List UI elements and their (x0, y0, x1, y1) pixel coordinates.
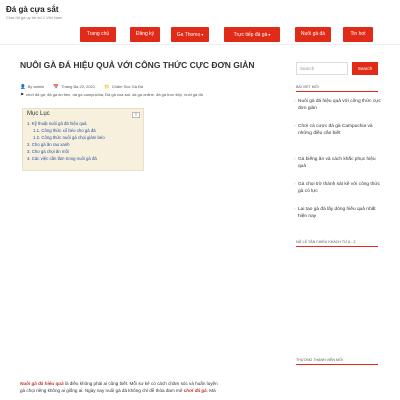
recent-post-link[interactable]: › Gà biếng ăn và cách khắc phục hiệu quả (294, 156, 382, 171)
recent-post-link[interactable]: › Gà chọi trờ thành sát kê với công thức … (294, 181, 382, 196)
body-text-segment: là điều không phải ai cũng biết. Mỗi sư … (63, 381, 218, 386)
site-header: Đá gà cựa sắt Chia đá gà uy tín số 1 Việ… (0, 0, 400, 26)
bullet: › (294, 207, 296, 212)
post-author[interactable]: admin (33, 84, 44, 89)
post-title: NUÔI GÀ ĐÁ HIỆU QUẢ VỚI CÔNG THỨC CỰC ĐƠ… (20, 60, 255, 70)
calendar-icon: 📅 (53, 84, 60, 89)
nav-label: Tin hot (350, 31, 366, 37)
search-button[interactable]: Search (352, 62, 378, 75)
recent-post-title: Nuôi gà đá hiệu quả với công thức cực đơ… (298, 99, 381, 112)
nav-label: Đăng ký (135, 31, 155, 37)
nav-divider (0, 44, 400, 45)
body-text-segment: gà chọi riêng không ai giống ai. Ngày na… (20, 388, 184, 393)
toc-item[interactable]: 2. Cho gà ăn rau xanh (27, 142, 70, 147)
table-of-contents: Mục Lục ≡ 1. Kỹ thuật nuôi gà đá hiệu qu… (22, 108, 144, 171)
body-text-segment: . Mà (206, 388, 216, 393)
heading-underline (296, 364, 378, 365)
nav-label: Trang chủ (86, 31, 110, 37)
recent-post-link[interactable]: › Lai tạo gà đá lấy dòng hiếu quả nhất hi… (294, 206, 382, 221)
body-line: gà chọi riêng không ai giống ai. Ngày na… (20, 387, 280, 394)
list-icon[interactable]: ≡ (132, 112, 140, 118)
bullet: › (294, 124, 296, 129)
nav-item-ga-thomo[interactable]: Ga Thomo▾ (171, 27, 209, 42)
toc-item[interactable]: 1.1. Công thức xổ béo cho gà đá (33, 128, 96, 133)
toc-heading: Mục Lục (27, 111, 50, 117)
body-highlight-link[interactable]: chơi đá gà (184, 388, 207, 393)
nav-item-hot-news[interactable]: Tin hot (343, 27, 373, 42)
toc-item[interactable]: 4. Các việc cần làm trong nuôi gà đá (27, 156, 97, 161)
post-tags[interactable]: chơi đá gà, đá ga an tien, da ga campuch… (26, 92, 203, 97)
nav-item-register[interactable]: Đăng ký (130, 27, 160, 42)
post-date: Tháng Ba 22, 2021 (61, 84, 96, 89)
toc-item[interactable]: 1.2. Công thức nuôi gà chọi giảm béo (33, 135, 105, 140)
bullet: › (294, 182, 296, 187)
nav-label: Trực tiếp đá gà (233, 32, 268, 38)
recent-post-title: Lai tạo gà đá lấy dòng hiếu quả nhất hiệ… (298, 207, 376, 220)
toc-item[interactable]: 1. Kỹ thuật nuôi gà đá hiệu quả (27, 121, 87, 126)
body-highlight-link[interactable]: Nuôi gà đá hiệu quả (20, 381, 64, 386)
page: Đá gà cựa sắt Chia đá gà uy tín số 1 Việ… (0, 0, 400, 400)
meta-row-primary: 👤 By admin 📅 Tháng Ba 22, 2021 📁 Chăm Sóc G… (20, 84, 144, 89)
post-body: Nuôi gà đá hiệu quả là điều không phải a… (20, 380, 280, 394)
recent-post-title: Gà biếng ăn và cách khắc phục hiệu quả (298, 157, 376, 170)
recent-post-link[interactable]: › Nuôi gà đá hiệu quả với công thức cực đ… (294, 98, 382, 113)
toc-item[interactable]: 3. Cho gà chọi ăn mồi (27, 149, 69, 154)
main-nav: Trang chủ Đăng ký Ga Thomo▾ Trực tiếp đá… (80, 27, 375, 43)
meta-row-tags: ⚑ chơi đá gà, đá ga an tien, da ga campuc… (20, 92, 203, 98)
nav-item-home[interactable]: Trang chủ (80, 27, 116, 42)
chevron-down-icon: ▾ (268, 32, 271, 37)
recent-post-title: Chơi cá cược đá gà Campuchia và những đi… (298, 124, 373, 137)
recent-post-link[interactable]: › Chơi cá cược đá gà Campuchia và những đ… (294, 123, 382, 138)
folder-icon: 📁 (104, 84, 110, 89)
body-line: Nuôi gà đá hiệu quả là điều không phải a… (20, 380, 280, 387)
nav-label: Nuôi gà đá (300, 31, 326, 37)
nav-item-live[interactable]: Trực tiếp đá gà▾ (224, 27, 280, 42)
tag-icon: ⚑ (20, 92, 25, 97)
heading-underline (296, 91, 378, 92)
nav-item-raising[interactable]: Nuôi gà đá (295, 27, 331, 42)
recent-post-title: Gà chọi trờ thành sát kê với công thức g… (298, 182, 381, 195)
recent-posts-heading: BÀI VIẾT MỚI (296, 85, 319, 89)
search-input[interactable]: Search (296, 62, 348, 75)
site-tagline: Chia đá gà uy tín số 1 Việt Nam (6, 15, 63, 20)
new-members-heading: THƯƠNG THÀNH VIÊN MỚI (296, 358, 344, 362)
post-category[interactable]: Chăm Sóc Gà Đá (112, 84, 143, 89)
bullet: › (294, 99, 296, 104)
bullet: › (294, 157, 296, 162)
chevron-down-icon: ▾ (201, 32, 204, 37)
heading-underline (296, 246, 378, 247)
comments-heading: NỮ LỄ TÂN CHIẾU KHÁCH TỪ A - Z (296, 240, 356, 244)
nav-label: Ga Thomo (176, 32, 201, 38)
user-icon: 👤 (20, 84, 26, 89)
site-title[interactable]: Đá gà cựa sắt (6, 5, 58, 14)
